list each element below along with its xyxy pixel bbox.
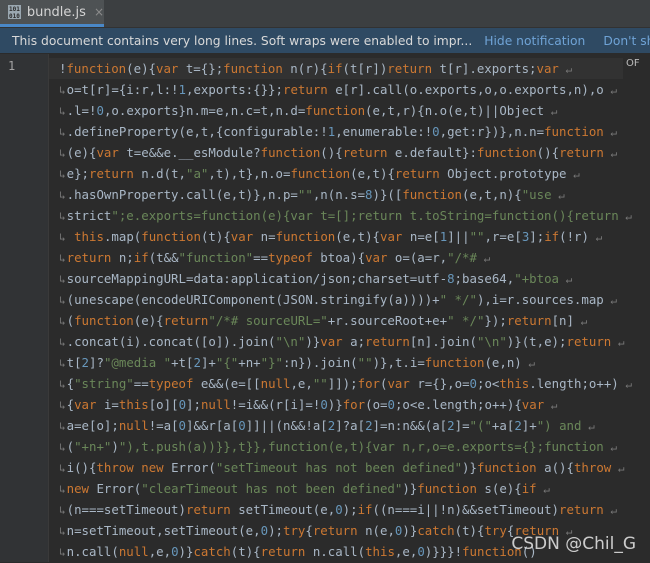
- code-line: ↳(function(e){return"/*# sourceURL="+r.s…: [59, 313, 588, 328]
- tab-bundle-js[interactable]: 101 010 bundle.js ×: [0, 0, 104, 27]
- code-editor[interactable]: OF !function(e){var t={};function n(r){i…: [49, 54, 650, 562]
- code-line: ↳return n;if(t&&"function"==typeof btoa)…: [59, 250, 491, 265]
- code-line: ↳.hasOwnProperty.call(e,t)},n.p="",n(n.s…: [59, 187, 565, 202]
- code-line: ↳sourceMappingURL=data:application/json;…: [59, 271, 573, 286]
- code-line: ↳new Error("clearTimeout has not been de…: [59, 481, 550, 496]
- code-line: ↳t[2]?"@media "+t[2]+"{"+n+"}":n}).join(…: [59, 355, 536, 370]
- js-file-icon: 101 010: [8, 5, 21, 20]
- notification-message: This document contains very long lines. …: [12, 33, 473, 48]
- code-line: !function(e){var t={};function n(r){if(t…: [59, 61, 573, 76]
- editor-tab-bar: 101 010 bundle.js ×: [0, 0, 650, 28]
- code-line: ↳a=e[o];null!=a[0]&&r[a[0]]||(n&&!a[2]?a…: [59, 418, 595, 433]
- line-number-gutter: 1: [0, 54, 49, 562]
- code-line: ↳.l=!0,o.exports}n.m=e,n.c=t,n.d=functio…: [59, 103, 558, 118]
- code-line: ↳ this.map(function(t){var n=function(e,…: [59, 229, 603, 244]
- code-line: ↳{var i=this[o][0];null!=i&&(r[i]=!0)}fo…: [59, 397, 558, 412]
- code-line: ↳.defineProperty(e,t,{configurable:!1,en…: [59, 124, 618, 139]
- close-icon[interactable]: ×: [94, 5, 104, 19]
- code-line: ↳n.call(null,e,0)}catch(t){return n.call…: [59, 544, 537, 559]
- code-line: ↳("+n+")"),t.push(a))}},t}},function(e,t…: [59, 439, 618, 454]
- code-line: ↳(n===setTimeout)return setTimeout(e,0);…: [59, 502, 618, 517]
- code-line: ↳.concat(i).concat([o]).join("\n")}var a…: [59, 334, 625, 349]
- line-number: 1: [8, 59, 16, 73]
- notification-banner: This document contains very long lines. …: [0, 28, 650, 53]
- dont-show-again-link[interactable]: Don't show again: [603, 34, 650, 48]
- tab-label: bundle.js: [26, 4, 86, 20]
- code-line: ↳e};return n.d(t,"a",t),t},n.o=function(…: [59, 166, 580, 181]
- code-line: ↳strict";e.exports=function(e){var t=[];…: [59, 208, 632, 223]
- code-line: ↳{"string"==typeof e&&(e=[[null,e,""]]);…: [59, 376, 633, 391]
- watermark: CSDN @Chil_G: [511, 534, 636, 554]
- code-line: ↳n=setTimeout,setTimeout(e,0);try{return…: [59, 523, 573, 538]
- hide-notification-link[interactable]: Hide notification: [484, 34, 585, 48]
- code-line: ↳i(){throw new Error("setTimeout has not…: [59, 460, 625, 475]
- code-line: ↳(e){var t=e&&e.__esModule?function(){re…: [59, 145, 618, 160]
- code-line: ↳(unescape(encodeURIComponent(JSON.strin…: [59, 292, 618, 307]
- overflow-label: OF: [626, 58, 650, 78]
- code-line: ↳o=t[r]={i:r,l:!1,exports:{}};return e[r…: [59, 82, 618, 97]
